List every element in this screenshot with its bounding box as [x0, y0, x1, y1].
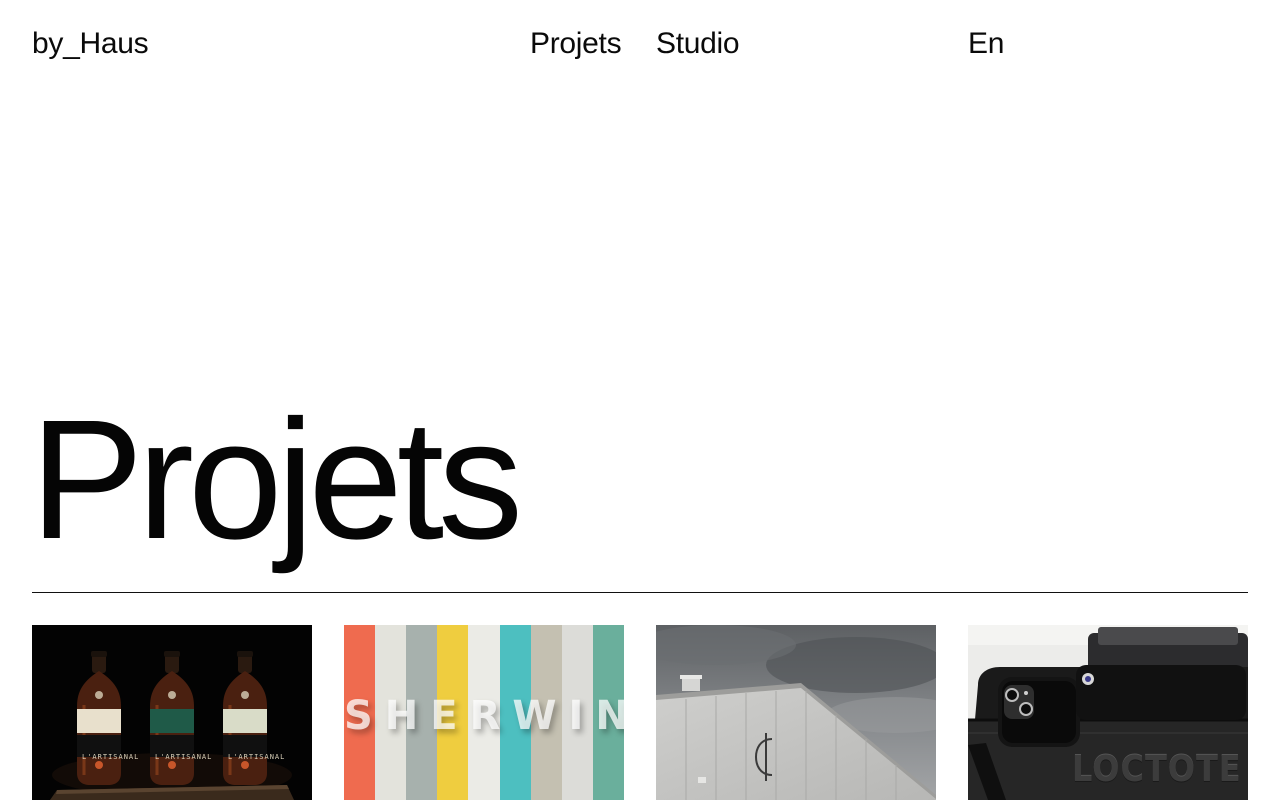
bottle-label-3: L'ARTISANAL [228, 753, 286, 761]
site-header: by_Haus Projets Studio En [0, 0, 1280, 90]
loctote-wordmark: LOCTOTE [1072, 748, 1242, 790]
sherwin-wordmark: SHERWIN [344, 693, 624, 739]
nav-link-projects[interactable]: Projets [530, 26, 622, 62]
title-divider [32, 592, 1248, 593]
whisky-bottles-image [32, 625, 312, 800]
project-card-loctote[interactable]: LOCTOTE [968, 625, 1248, 800]
bottle-label-1: L'ARTISANAL [82, 753, 140, 761]
sherwin-stripes-image: SHERWIN [344, 625, 624, 800]
project-card-sherwin[interactable]: SHERWIN [344, 625, 624, 800]
nav-link-studio[interactable]: Studio [656, 26, 740, 62]
logo-link[interactable]: by_Haus [32, 26, 149, 62]
projects-grid: L'ARTISANAL L'ARTISANAL L'ARTISANAL SHER… [32, 625, 1248, 800]
language-switch-link[interactable]: En [968, 26, 1004, 62]
bottle-label-2: L'ARTISANAL [155, 753, 213, 761]
building-image [656, 625, 936, 800]
project-card-whisky[interactable]: L'ARTISANAL L'ARTISANAL L'ARTISANAL [32, 625, 312, 800]
project-card-building[interactable] [656, 625, 936, 800]
page-title: Projets [30, 385, 523, 575]
